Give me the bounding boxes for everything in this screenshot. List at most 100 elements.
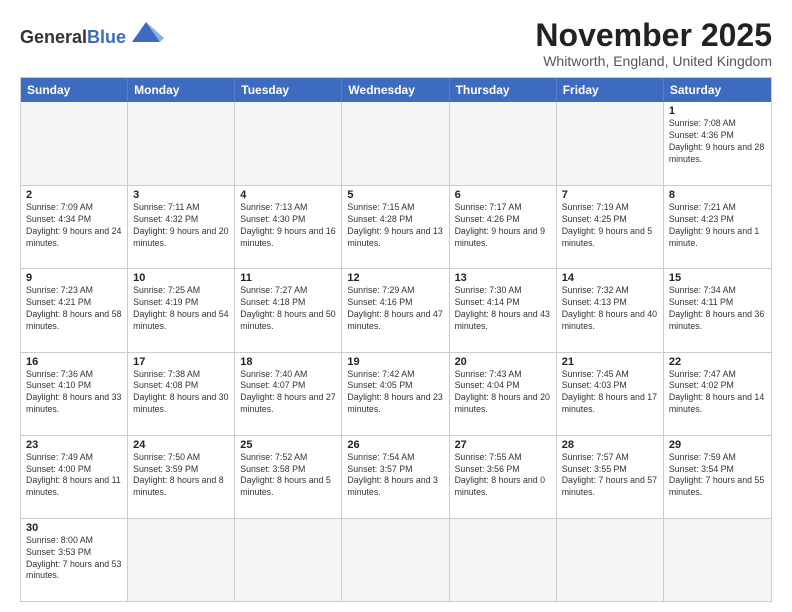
page: GeneralBlue November 2025 Whitworth, Eng… xyxy=(0,0,792,612)
cell-info: Sunrise: 7:45 AM Sunset: 4:03 PM Dayligh… xyxy=(562,369,658,417)
logo: GeneralBlue xyxy=(20,18,164,48)
cell-info: Sunrise: 8:00 AM Sunset: 3:53 PM Dayligh… xyxy=(26,535,122,583)
cell-date: 28 xyxy=(562,439,658,451)
calendar: SundayMondayTuesdayWednesdayThursdayFrid… xyxy=(20,77,772,602)
calendar-cell: 6Sunrise: 7:17 AM Sunset: 4:26 PM Daylig… xyxy=(450,186,557,268)
cell-info: Sunrise: 7:13 AM Sunset: 4:30 PM Dayligh… xyxy=(240,202,336,250)
cell-date: 27 xyxy=(455,439,551,451)
day-headers: SundayMondayTuesdayWednesdayThursdayFrid… xyxy=(21,78,771,102)
day-header: Saturday xyxy=(664,78,771,102)
cell-info: Sunrise: 7:38 AM Sunset: 4:08 PM Dayligh… xyxy=(133,369,229,417)
cell-date: 20 xyxy=(455,356,551,368)
cell-date: 14 xyxy=(562,272,658,284)
cell-date: 21 xyxy=(562,356,658,368)
calendar-cell xyxy=(128,519,235,601)
day-header: Thursday xyxy=(450,78,557,102)
cell-date: 30 xyxy=(26,522,122,534)
calendar-cell: 2Sunrise: 7:09 AM Sunset: 4:34 PM Daylig… xyxy=(21,186,128,268)
calendar-cell: 9Sunrise: 7:23 AM Sunset: 4:21 PM Daylig… xyxy=(21,269,128,351)
cell-info: Sunrise: 7:19 AM Sunset: 4:25 PM Dayligh… xyxy=(562,202,658,250)
cell-date: 5 xyxy=(347,189,443,201)
cell-info: Sunrise: 7:27 AM Sunset: 4:18 PM Dayligh… xyxy=(240,285,336,333)
calendar-cell: 7Sunrise: 7:19 AM Sunset: 4:25 PM Daylig… xyxy=(557,186,664,268)
cell-date: 2 xyxy=(26,189,122,201)
cell-info: Sunrise: 7:17 AM Sunset: 4:26 PM Dayligh… xyxy=(455,202,551,250)
calendar-cell xyxy=(557,519,664,601)
cell-info: Sunrise: 7:29 AM Sunset: 4:16 PM Dayligh… xyxy=(347,285,443,333)
calendar-cell xyxy=(21,102,128,185)
cell-date: 16 xyxy=(26,356,122,368)
cell-date: 29 xyxy=(669,439,766,451)
cell-date: 8 xyxy=(669,189,766,201)
cell-date: 15 xyxy=(669,272,766,284)
calendar-cell: 25Sunrise: 7:52 AM Sunset: 3:58 PM Dayli… xyxy=(235,436,342,518)
cell-date: 19 xyxy=(347,356,443,368)
calendar-cell: 14Sunrise: 7:32 AM Sunset: 4:13 PM Dayli… xyxy=(557,269,664,351)
cell-info: Sunrise: 7:42 AM Sunset: 4:05 PM Dayligh… xyxy=(347,369,443,417)
calendar-cell: 16Sunrise: 7:36 AM Sunset: 4:10 PM Dayli… xyxy=(21,353,128,435)
calendar-cell xyxy=(664,519,771,601)
cell-info: Sunrise: 7:40 AM Sunset: 4:07 PM Dayligh… xyxy=(240,369,336,417)
calendar-week: 23Sunrise: 7:49 AM Sunset: 4:00 PM Dayli… xyxy=(21,435,771,518)
day-header: Sunday xyxy=(21,78,128,102)
calendar-cell xyxy=(235,519,342,601)
calendar-cell: 27Sunrise: 7:55 AM Sunset: 3:56 PM Dayli… xyxy=(450,436,557,518)
calendar-cell xyxy=(450,102,557,185)
calendar-week: 9Sunrise: 7:23 AM Sunset: 4:21 PM Daylig… xyxy=(21,268,771,351)
calendar-cell: 26Sunrise: 7:54 AM Sunset: 3:57 PM Dayli… xyxy=(342,436,449,518)
cell-date: 1 xyxy=(669,105,766,117)
cell-date: 18 xyxy=(240,356,336,368)
day-header: Tuesday xyxy=(235,78,342,102)
cell-date: 4 xyxy=(240,189,336,201)
cell-date: 6 xyxy=(455,189,551,201)
cell-info: Sunrise: 7:08 AM Sunset: 4:36 PM Dayligh… xyxy=(669,118,766,166)
calendar-cell: 24Sunrise: 7:50 AM Sunset: 3:59 PM Dayli… xyxy=(128,436,235,518)
calendar-cell xyxy=(128,102,235,185)
calendar-cell: 1Sunrise: 7:08 AM Sunset: 4:36 PM Daylig… xyxy=(664,102,771,185)
calendar-cell xyxy=(342,102,449,185)
calendar-week: 30Sunrise: 8:00 AM Sunset: 3:53 PM Dayli… xyxy=(21,518,771,601)
calendar-cell: 5Sunrise: 7:15 AM Sunset: 4:28 PM Daylig… xyxy=(342,186,449,268)
cell-date: 12 xyxy=(347,272,443,284)
cell-date: 9 xyxy=(26,272,122,284)
cell-info: Sunrise: 7:50 AM Sunset: 3:59 PM Dayligh… xyxy=(133,452,229,500)
calendar-cell: 18Sunrise: 7:40 AM Sunset: 4:07 PM Dayli… xyxy=(235,353,342,435)
cell-date: 25 xyxy=(240,439,336,451)
cell-date: 23 xyxy=(26,439,122,451)
calendar-cell: 19Sunrise: 7:42 AM Sunset: 4:05 PM Dayli… xyxy=(342,353,449,435)
calendar-cell: 12Sunrise: 7:29 AM Sunset: 4:16 PM Dayli… xyxy=(342,269,449,351)
logo-text: GeneralBlue xyxy=(20,28,126,48)
calendar-cell: 21Sunrise: 7:45 AM Sunset: 4:03 PM Dayli… xyxy=(557,353,664,435)
cell-date: 24 xyxy=(133,439,229,451)
cell-date: 22 xyxy=(669,356,766,368)
cell-date: 10 xyxy=(133,272,229,284)
cell-info: Sunrise: 7:09 AM Sunset: 4:34 PM Dayligh… xyxy=(26,202,122,250)
day-header: Friday xyxy=(557,78,664,102)
calendar-cell: 15Sunrise: 7:34 AM Sunset: 4:11 PM Dayli… xyxy=(664,269,771,351)
cell-info: Sunrise: 7:25 AM Sunset: 4:19 PM Dayligh… xyxy=(133,285,229,333)
cell-info: Sunrise: 7:49 AM Sunset: 4:00 PM Dayligh… xyxy=(26,452,122,500)
calendar-cell xyxy=(450,519,557,601)
calendar-cell: 10Sunrise: 7:25 AM Sunset: 4:19 PM Dayli… xyxy=(128,269,235,351)
cell-info: Sunrise: 7:52 AM Sunset: 3:58 PM Dayligh… xyxy=(240,452,336,500)
cell-date: 26 xyxy=(347,439,443,451)
calendar-cell: 22Sunrise: 7:47 AM Sunset: 4:02 PM Dayli… xyxy=(664,353,771,435)
calendar-week: 1Sunrise: 7:08 AM Sunset: 4:36 PM Daylig… xyxy=(21,102,771,185)
calendar-cell: 30Sunrise: 8:00 AM Sunset: 3:53 PM Dayli… xyxy=(21,519,128,601)
calendar-grid: 1Sunrise: 7:08 AM Sunset: 4:36 PM Daylig… xyxy=(21,102,771,601)
calendar-cell xyxy=(557,102,664,185)
logo-icon xyxy=(128,18,164,46)
day-header: Wednesday xyxy=(342,78,449,102)
calendar-cell xyxy=(342,519,449,601)
cell-date: 7 xyxy=(562,189,658,201)
cell-date: 13 xyxy=(455,272,551,284)
calendar-cell: 11Sunrise: 7:27 AM Sunset: 4:18 PM Dayli… xyxy=(235,269,342,351)
cell-info: Sunrise: 7:59 AM Sunset: 3:54 PM Dayligh… xyxy=(669,452,766,500)
day-header: Monday xyxy=(128,78,235,102)
calendar-cell: 28Sunrise: 7:57 AM Sunset: 3:55 PM Dayli… xyxy=(557,436,664,518)
cell-date: 3 xyxy=(133,189,229,201)
calendar-cell: 13Sunrise: 7:30 AM Sunset: 4:14 PM Dayli… xyxy=(450,269,557,351)
cell-info: Sunrise: 7:11 AM Sunset: 4:32 PM Dayligh… xyxy=(133,202,229,250)
header: GeneralBlue November 2025 Whitworth, Eng… xyxy=(20,18,772,69)
cell-date: 11 xyxy=(240,272,336,284)
